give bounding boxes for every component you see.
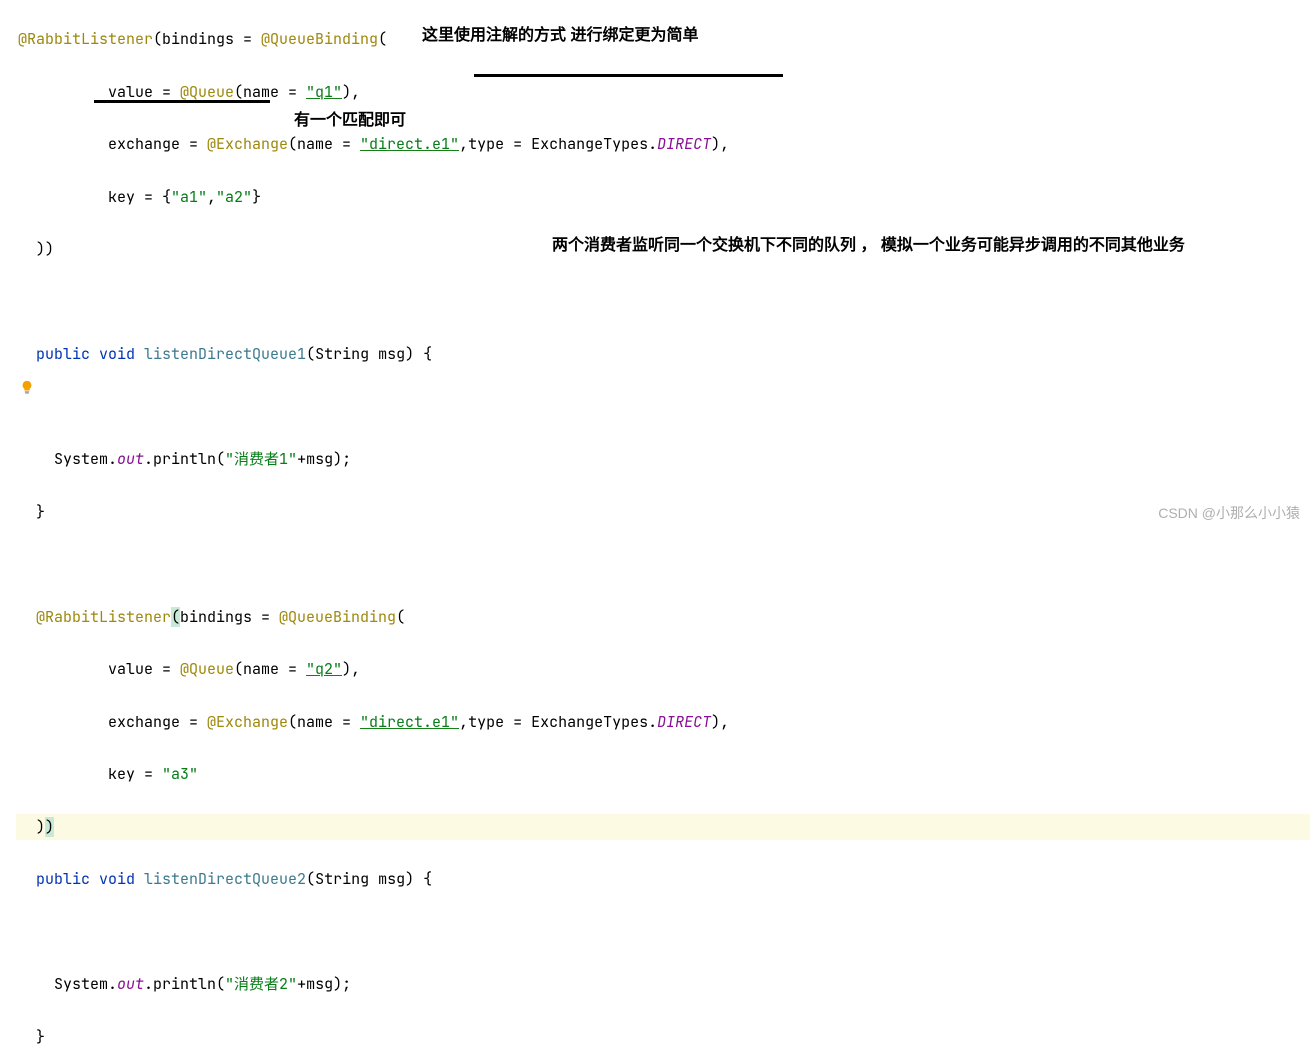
code-line: value = @Queue(name = "q2"), (16, 656, 1310, 682)
annotation-text-1: 这里使用注解的方式 进行绑定更为简单 (422, 22, 698, 50)
annotation-text-2: 有一个匹配即可 (294, 107, 406, 135)
code-line (16, 919, 1310, 945)
underline-mark-1 (474, 74, 783, 77)
code-line (16, 289, 1310, 315)
code-line (16, 394, 1310, 420)
watermark-text: CSDN @小那么小小猿 (1158, 501, 1300, 526)
code-line: public void listenDirectQueue2(String ms… (16, 866, 1310, 892)
code-line: System.out.println("消费者1"+msg); (16, 446, 1310, 472)
code-line: key = "a3" (16, 761, 1310, 787)
underline-mark-2 (94, 100, 270, 103)
code-line: exchange = @Exchange(name = "direct.e1",… (16, 709, 1310, 735)
code-line: } (16, 499, 1310, 525)
code-line: @RabbitListener(bindings = @QueueBinding… (16, 604, 1310, 630)
code-line: key = {"a1","a2"} (16, 184, 1310, 210)
code-line: System.out.println("消费者2"+msg); (16, 971, 1310, 997)
code-line: exchange = @Exchange(name = "direct.e1",… (16, 131, 1310, 157)
code-line: } (16, 1024, 1310, 1050)
code-line-highlighted: )) (16, 814, 1310, 840)
lightbulb-icon[interactable] (20, 376, 34, 390)
annotation-text-3: 两个消费者监听同一个交换机下不同的队列 ， 模拟一个业务可能异步调用的不同其他业… (552, 232, 1185, 260)
code-editor[interactable]: @RabbitListener(bindings = @QueueBinding… (0, 0, 1310, 1062)
code-line (16, 551, 1310, 577)
code-line: public void listenDirectQueue1(String ms… (16, 341, 1310, 367)
